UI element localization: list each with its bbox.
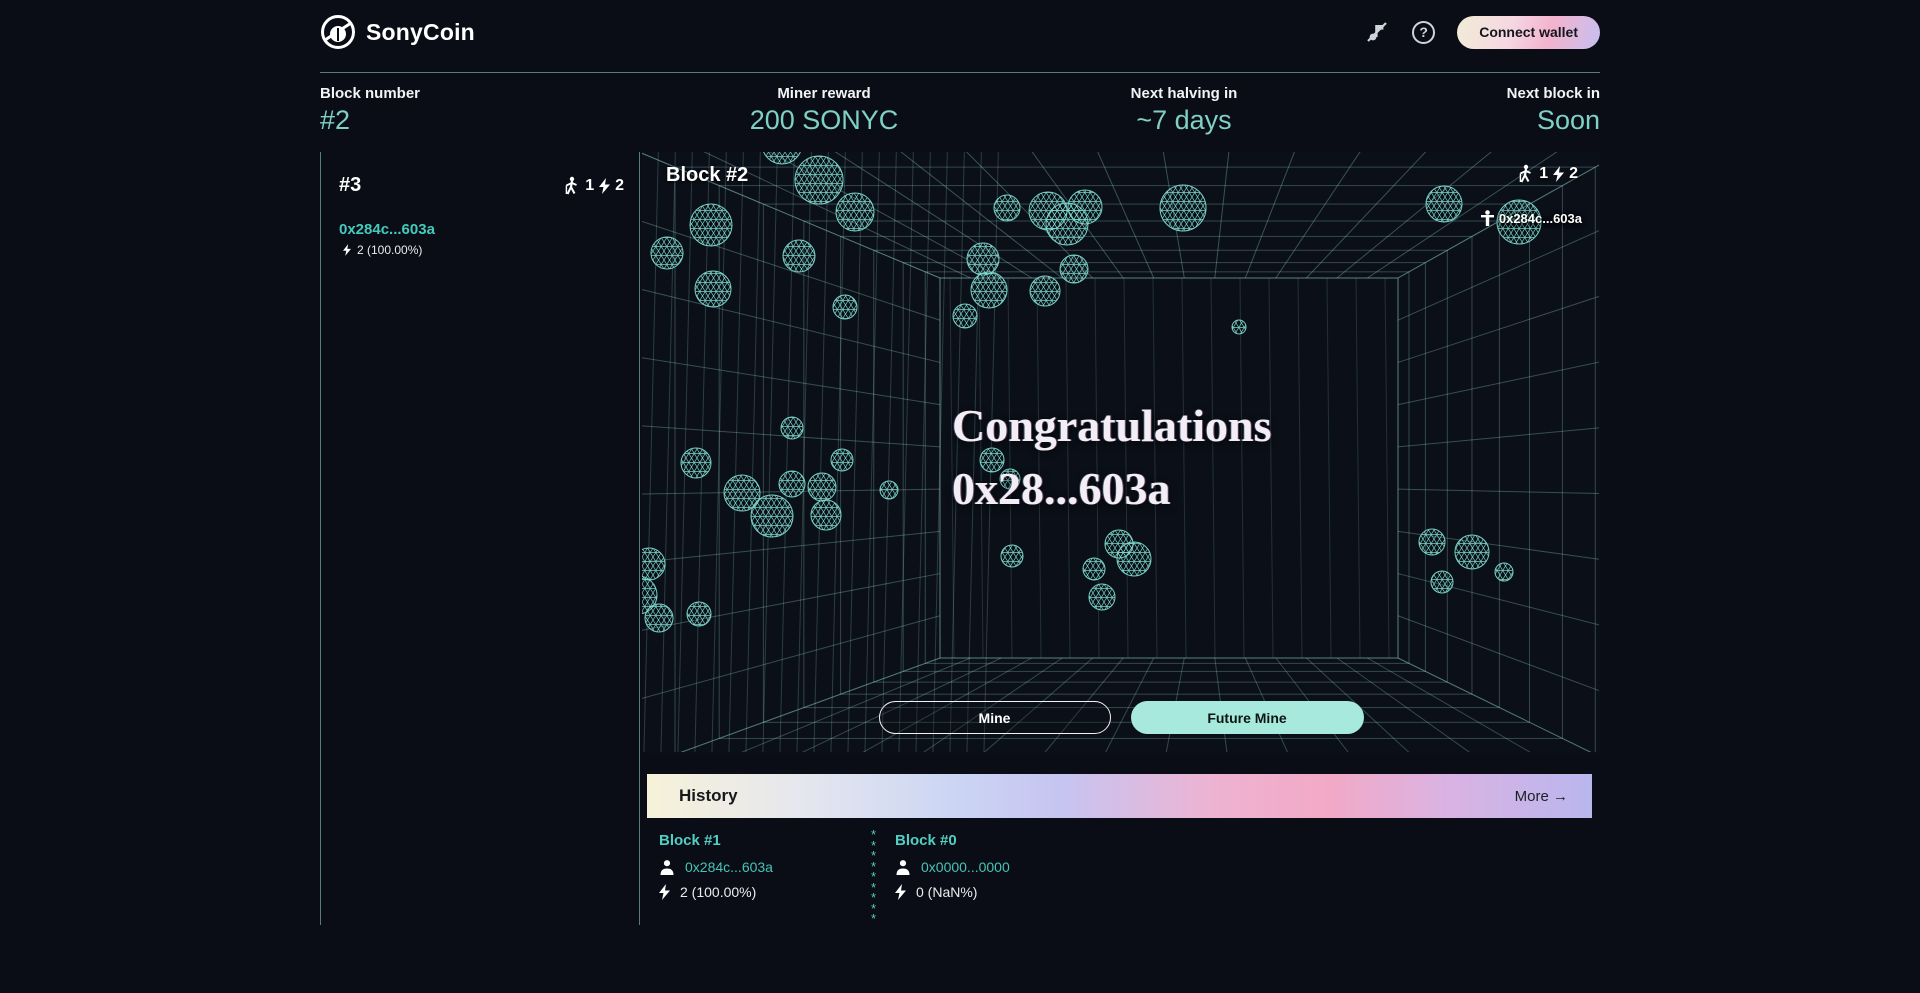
miners-count: 1 — [585, 177, 594, 195]
history-block-title: Block #0 — [895, 832, 1107, 849]
stat-miner-reward: Miner reward 200 SONYC — [640, 85, 1008, 136]
congratulations-text: Congratulations 0x28...603a — [952, 394, 1271, 520]
person-icon — [659, 859, 675, 875]
stat-value: Soon — [1360, 105, 1600, 136]
person-standing-icon — [1480, 210, 1495, 226]
bolt-icon — [343, 244, 351, 256]
history-block-address[interactable]: 0x0000...0000 — [921, 859, 1010, 875]
music-note-muted-icon[interactable] — [1364, 19, 1390, 45]
stat-block-number: Block number #2 — [320, 85, 640, 136]
brand[interactable]: SonyCoin — [320, 14, 475, 50]
stat-value: 200 SONYC — [640, 105, 1008, 136]
person-icon — [895, 859, 911, 875]
history-block-power: 0 (NaN%) — [916, 884, 977, 900]
page-content: SonyCoin ? Connect wallet Block number #… — [320, 0, 1600, 925]
history-block-power: 2 (100.00%) — [680, 884, 756, 900]
congrats-line1: Congratulations — [952, 394, 1271, 457]
bolt-icon — [1553, 166, 1564, 182]
next-block-number: #3 — [339, 174, 361, 197]
canvas-miners-badge: 1 2 — [1517, 164, 1578, 183]
bolt-icon — [895, 884, 906, 900]
help-icon[interactable]: ? — [1412, 21, 1435, 44]
stats-bar: Block number #2 Miner reward 200 SONYC N… — [320, 73, 1600, 152]
history-list: Block #1 0x284c...603a — [642, 832, 1600, 925]
next-block-panel: #3 1 — [321, 152, 640, 925]
total-hashrate: 2 — [615, 177, 624, 195]
history-block-title: Block #1 — [659, 832, 871, 849]
mine-actions: Mine Future Mine — [642, 701, 1600, 734]
history-divider: ********* — [871, 830, 881, 925]
history-header: History More → — [647, 774, 1592, 818]
bolt-icon — [659, 884, 670, 900]
canvas-miners-count: 1 — [1539, 165, 1548, 183]
history-block-1[interactable]: Block #1 0x284c...603a — [659, 832, 871, 925]
history-title: History — [679, 786, 738, 806]
connect-wallet-button[interactable]: Connect wallet — [1457, 16, 1600, 49]
bolt-icon — [599, 178, 610, 194]
winner-address: 0x284c...603a — [1499, 211, 1582, 226]
header: SonyCoin ? Connect wallet — [320, 0, 1600, 73]
miner-address[interactable]: 0x284c...603a — [339, 221, 624, 238]
future-mine-button[interactable]: Future Mine — [1131, 701, 1364, 734]
history-block-0[interactable]: Block #0 0x0000...0000 — [895, 832, 1107, 925]
miners-hashrate-badge: 1 2 — [563, 176, 624, 195]
stat-next-halving: Next halving in ~7 days — [1008, 85, 1360, 136]
main-row: #3 1 — [320, 152, 1600, 925]
winner-address-chip: 0x284c...603a — [1480, 210, 1582, 226]
current-block-title: Block #2 — [666, 164, 748, 187]
stat-value: #2 — [320, 105, 640, 136]
history-block-address[interactable]: 0x284c...603a — [685, 859, 773, 875]
mining-3d-canvas[interactable]: Block #2 1 — [642, 152, 1600, 753]
miner-walking-icon — [1517, 164, 1534, 183]
canvas-hashrate: 2 — [1569, 165, 1578, 183]
sonycoin-logo-icon — [320, 14, 356, 50]
pending-miner-entry: 0x284c...603a 2 (100.00%) — [339, 221, 624, 257]
main-column: Block #2 1 — [640, 152, 1600, 925]
header-actions: ? Connect wallet — [1364, 16, 1600, 49]
brand-name: SonyCoin — [366, 19, 475, 46]
miner-power: 2 (100.00%) — [357, 243, 422, 257]
stat-next-block: Next block in Soon — [1360, 85, 1600, 136]
mine-button[interactable]: Mine — [879, 701, 1111, 734]
stat-value: ~7 days — [1008, 105, 1360, 136]
miner-walking-icon — [563, 176, 580, 195]
stat-label: Miner reward — [640, 85, 1008, 102]
stat-label: Next halving in — [1008, 85, 1360, 102]
stat-label: Block number — [320, 85, 640, 102]
history-more-link[interactable]: More → — [1515, 788, 1568, 805]
stat-label: Next block in — [1360, 85, 1600, 102]
congrats-line2: 0x28...603a — [952, 457, 1271, 520]
